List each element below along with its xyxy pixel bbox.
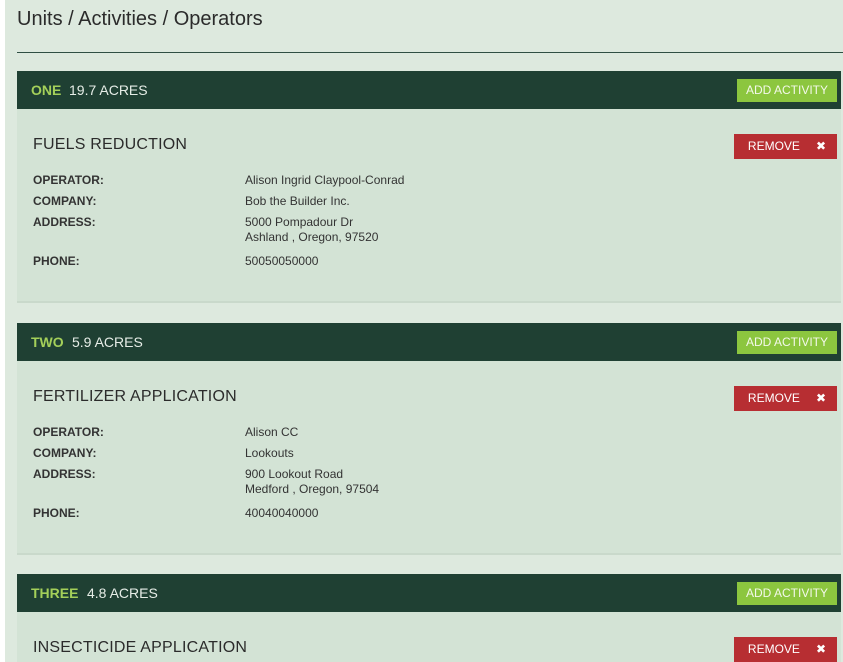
- address-line2: Ashland , Oregon, 97520: [245, 230, 379, 244]
- remove-activity-button[interactable]: REMOVE ✖: [733, 134, 837, 159]
- add-activity-button[interactable]: ADD ACTIVITY: [736, 331, 837, 354]
- unit-acres: 19.7 ACRES: [69, 82, 148, 98]
- unit-acres: 4.8 ACRES: [87, 585, 158, 601]
- phone-label: PHONE:: [33, 506, 80, 520]
- remove-activity-button[interactable]: REMOVE ✖: [733, 637, 837, 662]
- unit-name: TWO: [31, 334, 64, 350]
- close-icon: ✖: [815, 391, 826, 405]
- title-divider: [17, 52, 843, 53]
- remove-label: REMOVE: [747, 642, 800, 656]
- operator-label: OPERATOR:: [33, 173, 104, 187]
- company-label: COMPANY:: [33, 446, 97, 460]
- address-line1: 900 Lookout Road: [245, 467, 344, 481]
- unit-acres: 5.9 ACRES: [72, 334, 143, 350]
- operator-value: Alison Ingrid Claypool-Conrad: [245, 173, 405, 187]
- address-label: ADDRESS:: [33, 215, 96, 229]
- add-activity-button[interactable]: ADD ACTIVITY: [736, 79, 837, 102]
- unit-name: ONE: [31, 82, 62, 98]
- company-value: Lookouts: [245, 446, 294, 460]
- unit-header: THREE 4.8 ACRES ADD ACTIVITY: [17, 574, 841, 612]
- operator-value: Alison CC: [245, 425, 299, 439]
- add-activity-button[interactable]: ADD ACTIVITY: [736, 582, 837, 605]
- unit-name: THREE: [31, 585, 79, 601]
- page-container: Units / Activities / Operators ONE 19.7 …: [5, 0, 843, 662]
- unit-card-three: THREE 4.8 ACRES ADD ACTIVITY INSECTICIDE…: [17, 574, 841, 662]
- activity-title: INSECTICIDE APPLICATION: [33, 639, 248, 656]
- activity-panel: FUELS REDUCTION REMOVE ✖ OPERATOR: Alison…: [17, 109, 841, 303]
- remove-activity-button[interactable]: REMOVE ✖: [733, 386, 837, 411]
- close-icon: ✖: [815, 139, 826, 153]
- activity-title: FERTILIZER APPLICATION: [33, 388, 237, 405]
- unit-header: TWO 5.9 ACRES ADD ACTIVITY: [17, 323, 841, 361]
- company-value: Bob the Builder Inc.: [245, 194, 350, 208]
- remove-label: REMOVE: [747, 391, 800, 405]
- activity-panel: INSECTICIDE APPLICATION REMOVE ✖: [17, 612, 841, 662]
- operator-label: OPERATOR:: [33, 425, 104, 439]
- phone-label: PHONE:: [33, 254, 80, 268]
- unit-header: ONE 19.7 ACRES ADD ACTIVITY: [17, 71, 841, 109]
- address-line1: 5000 Pompadour Dr: [245, 215, 354, 229]
- page-title: Units / Activities / Operators: [17, 8, 263, 30]
- remove-label: REMOVE: [747, 139, 800, 153]
- close-icon: ✖: [815, 642, 826, 656]
- phone-value: 50050050000: [245, 254, 319, 268]
- activity-title: FUELS REDUCTION: [33, 136, 188, 153]
- address-line2: Medford , Oregon, 97504: [245, 482, 380, 496]
- phone-value: 40040040000: [245, 506, 319, 520]
- unit-card-one: ONE 19.7 ACRES ADD ACTIVITY FUELS REDUCT…: [17, 71, 841, 303]
- address-label: ADDRESS:: [33, 467, 96, 481]
- company-label: COMPANY:: [33, 194, 97, 208]
- activity-panel: FERTILIZER APPLICATION REMOVE ✖ OPERATOR:…: [17, 361, 841, 555]
- unit-card-two: TWO 5.9 ACRES ADD ACTIVITY FERTILIZER AP…: [17, 323, 841, 555]
